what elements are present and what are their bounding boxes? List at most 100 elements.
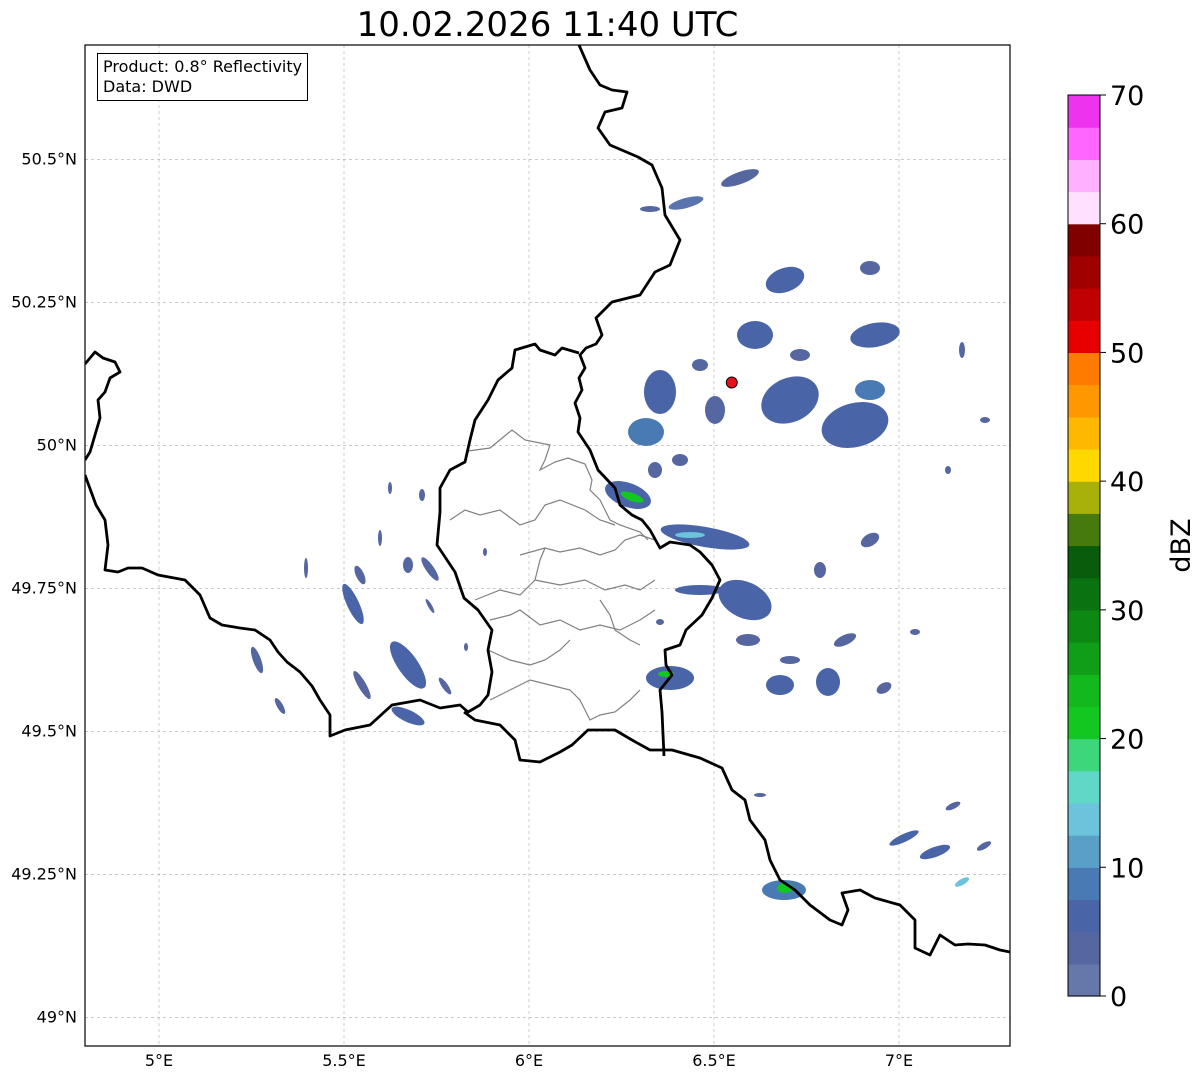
x-tick-label: 5.5°E [322,1051,366,1070]
echo-cell [780,656,800,664]
district-boundary [489,609,656,631]
colorbar-tick-label: 10 [1110,853,1144,884]
echo-cell [718,579,772,621]
echo-cell [736,634,760,646]
colorbar-segment [1068,320,1100,354]
echo-cell [675,532,705,538]
colorbar-tick-label: 60 [1110,210,1144,241]
y-tick-label: 50°N [37,435,77,454]
echo-cell [766,675,794,695]
echo-cell [765,266,805,294]
y-tick-label: 49.5°N [21,721,77,740]
echo-cell [855,380,885,400]
country-border [463,710,1010,957]
echo-cell [640,206,660,212]
echo-cell [483,548,487,556]
echo-cell [945,801,961,811]
colorbar-segment [1068,931,1100,965]
colorbar-segment [1068,963,1100,997]
echo-cell [692,359,708,371]
colorbar-segment [1068,448,1100,482]
colorbar-segment [1068,899,1100,933]
echo-cell [876,682,892,694]
echo-cell [464,643,468,651]
colorbar-segment [1068,738,1100,772]
echo-cell [389,641,427,689]
colorbar-segment [1068,642,1100,675]
colorbar-segment [1068,95,1100,128]
echo-cell [403,557,413,573]
echo-cell [660,524,750,550]
district-boundary [449,499,616,526]
echo-cell [388,482,392,494]
echo-cell [721,169,759,187]
colorbar-tick-label: 0 [1110,982,1127,1013]
echo-cell [959,342,965,358]
product-text: Product: 0.8° Reflectivity [103,57,303,76]
colorbar-segment [1068,384,1100,418]
echo-cell [648,462,662,478]
echo-cell [976,841,992,851]
colorbar-tick-label: 40 [1110,467,1144,498]
echo-cell [919,844,951,860]
colorbar-segment [1068,513,1100,547]
echo-cell [274,698,286,714]
echo-cell [821,401,889,449]
echo-cell [860,261,880,275]
colorbar-tick-label: 30 [1110,596,1144,627]
district-boundary [519,534,656,556]
colorbar-segment [1068,223,1100,257]
colorbar: 0 10 20 30 40 50 60 70 dBZ [1067,81,1197,1013]
colorbar-tick-label: 50 [1110,338,1144,369]
echo-cell [656,619,664,625]
product-info-box: Product: 0.8° Reflectivity Data: DWD [97,53,309,101]
echo-cell [754,793,766,797]
echo-cell [354,565,366,585]
echo-cell [304,558,308,578]
echo-cell [391,706,425,726]
colorbar-tick-label: 70 [1110,81,1144,112]
echo-cell [833,633,857,647]
echo-cell [790,349,810,361]
echo-cell [425,599,435,613]
echo-cell [816,668,840,696]
x-tick-label: 5°E [145,1051,173,1070]
colorbar-segment [1068,159,1100,193]
echo-cell [421,557,439,581]
colorbar-segment [1068,770,1100,804]
colorbar-segment [1068,577,1100,611]
colorbar-segment [1068,609,1100,643]
x-tick-label: 6.5°E [692,1051,736,1070]
boundaries [85,45,1010,957]
radar-echoes [250,169,992,900]
radar-map-figure: 5°E 5.5°E 6°E 6.5°E 7°E 49°N 49.25°N 49.5°N 49.7… [11,44,1197,1070]
echo-cell [980,417,990,423]
echo-cell [438,677,452,695]
echo-cell [889,830,919,846]
colorbar-tick-label: 20 [1110,725,1144,756]
echo-cell [353,671,371,699]
y-tick-label: 50.5°N [21,149,77,168]
y-tick-label: 49.25°N [11,864,77,883]
colorbar-segment [1068,191,1100,225]
echo-cell [668,196,704,210]
echo-cell [250,646,264,674]
echo-cell [378,530,382,546]
echo-cell [644,370,676,414]
echo-cell [954,877,970,887]
data-source-text: Data: DWD [103,77,193,96]
colorbar-segment [1068,127,1100,160]
y-tick-label: 49.75°N [11,578,77,597]
x-tick-label: 6°E [515,1051,543,1070]
colorbar-segment [1068,481,1100,514]
colorbar-segment [1068,706,1100,740]
echo-cell [910,629,920,635]
colorbar-label: dBZ [1166,518,1197,572]
colorbar-segment [1068,802,1100,836]
echo-cell [945,466,951,474]
echo-cell [705,396,725,424]
colorbar-segment [1068,416,1100,450]
colorbar-segment [1068,545,1100,579]
colorbar-segment [1068,255,1100,289]
echo-cell [628,418,664,446]
